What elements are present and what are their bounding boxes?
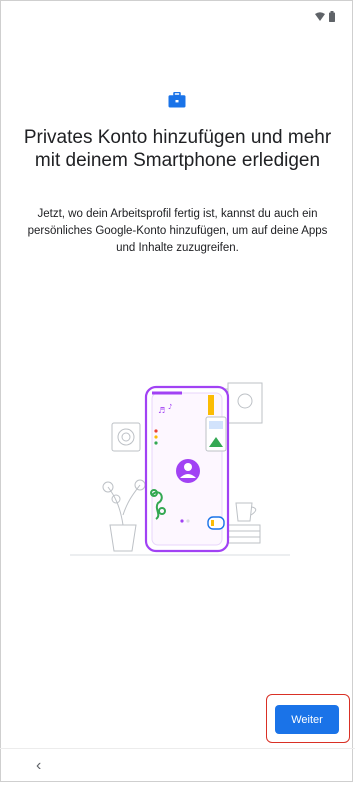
navigation-bar: ‹ <box>0 748 355 785</box>
page-description: Jetzt, wo dein Arbeitsprofil fertig ist,… <box>27 208 328 254</box>
wifi-icon <box>315 12 325 21</box>
work-profile-illustration: ♬ ♪ <box>70 382 290 556</box>
weiter-button[interactable]: Weiter <box>275 705 339 734</box>
status-bar <box>0 0 355 30</box>
page-title: Privates Konto hinzufügen und mehr mit d… <box>23 127 332 171</box>
svg-text:♬: ♬ <box>158 406 165 415</box>
battery-icon <box>329 11 335 22</box>
briefcase-icon <box>168 92 186 108</box>
svg-text:♪: ♪ <box>168 403 172 411</box>
back-icon[interactable]: ‹ <box>36 757 41 775</box>
